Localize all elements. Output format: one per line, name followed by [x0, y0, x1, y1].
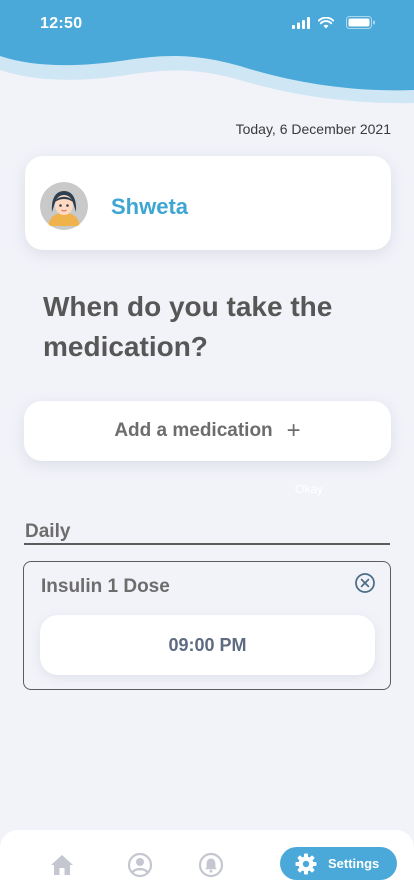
profile-card[interactable]: Shweta — [25, 156, 391, 250]
settings-label: Settings — [328, 856, 380, 871]
plus-icon: + — [286, 417, 301, 444]
gear-icon — [295, 853, 317, 874]
section-label-daily: Daily — [25, 521, 71, 542]
home-icon[interactable] — [49, 852, 75, 878]
battery-icon — [346, 16, 375, 29]
status-time: 12:50 — [40, 15, 83, 32]
settings-button[interactable]: Settings — [280, 847, 397, 880]
dose-time[interactable]: 09:00 PM — [40, 615, 375, 675]
signal-icon — [292, 16, 310, 29]
avatar-image — [40, 182, 88, 230]
bottom-nav: Settings — [0, 830, 414, 896]
page-title: When do you take the medication? — [43, 291, 333, 362]
profile-icon[interactable] — [127, 852, 153, 878]
avatar — [40, 182, 88, 230]
section-divider — [24, 543, 390, 545]
wifi-icon — [318, 16, 334, 28]
bell-icon[interactable] — [198, 852, 224, 878]
close-circle-icon[interactable] — [354, 572, 376, 594]
medication-card: Insulin 1 Dose 09:00 PM — [23, 561, 391, 690]
status-bar: 12:50 — [0, 0, 414, 48]
status-icons — [292, 16, 376, 29]
ghost-text: Okay — [295, 482, 324, 496]
add-medication-button[interactable]: Add a medication + — [24, 401, 391, 461]
date-label: Today, 6 December 2021 — [235, 121, 391, 137]
add-medication-label: Add a medication — [114, 420, 273, 441]
medication-name: Insulin 1 Dose — [41, 576, 170, 597]
profile-name: Shweta — [111, 194, 189, 219]
